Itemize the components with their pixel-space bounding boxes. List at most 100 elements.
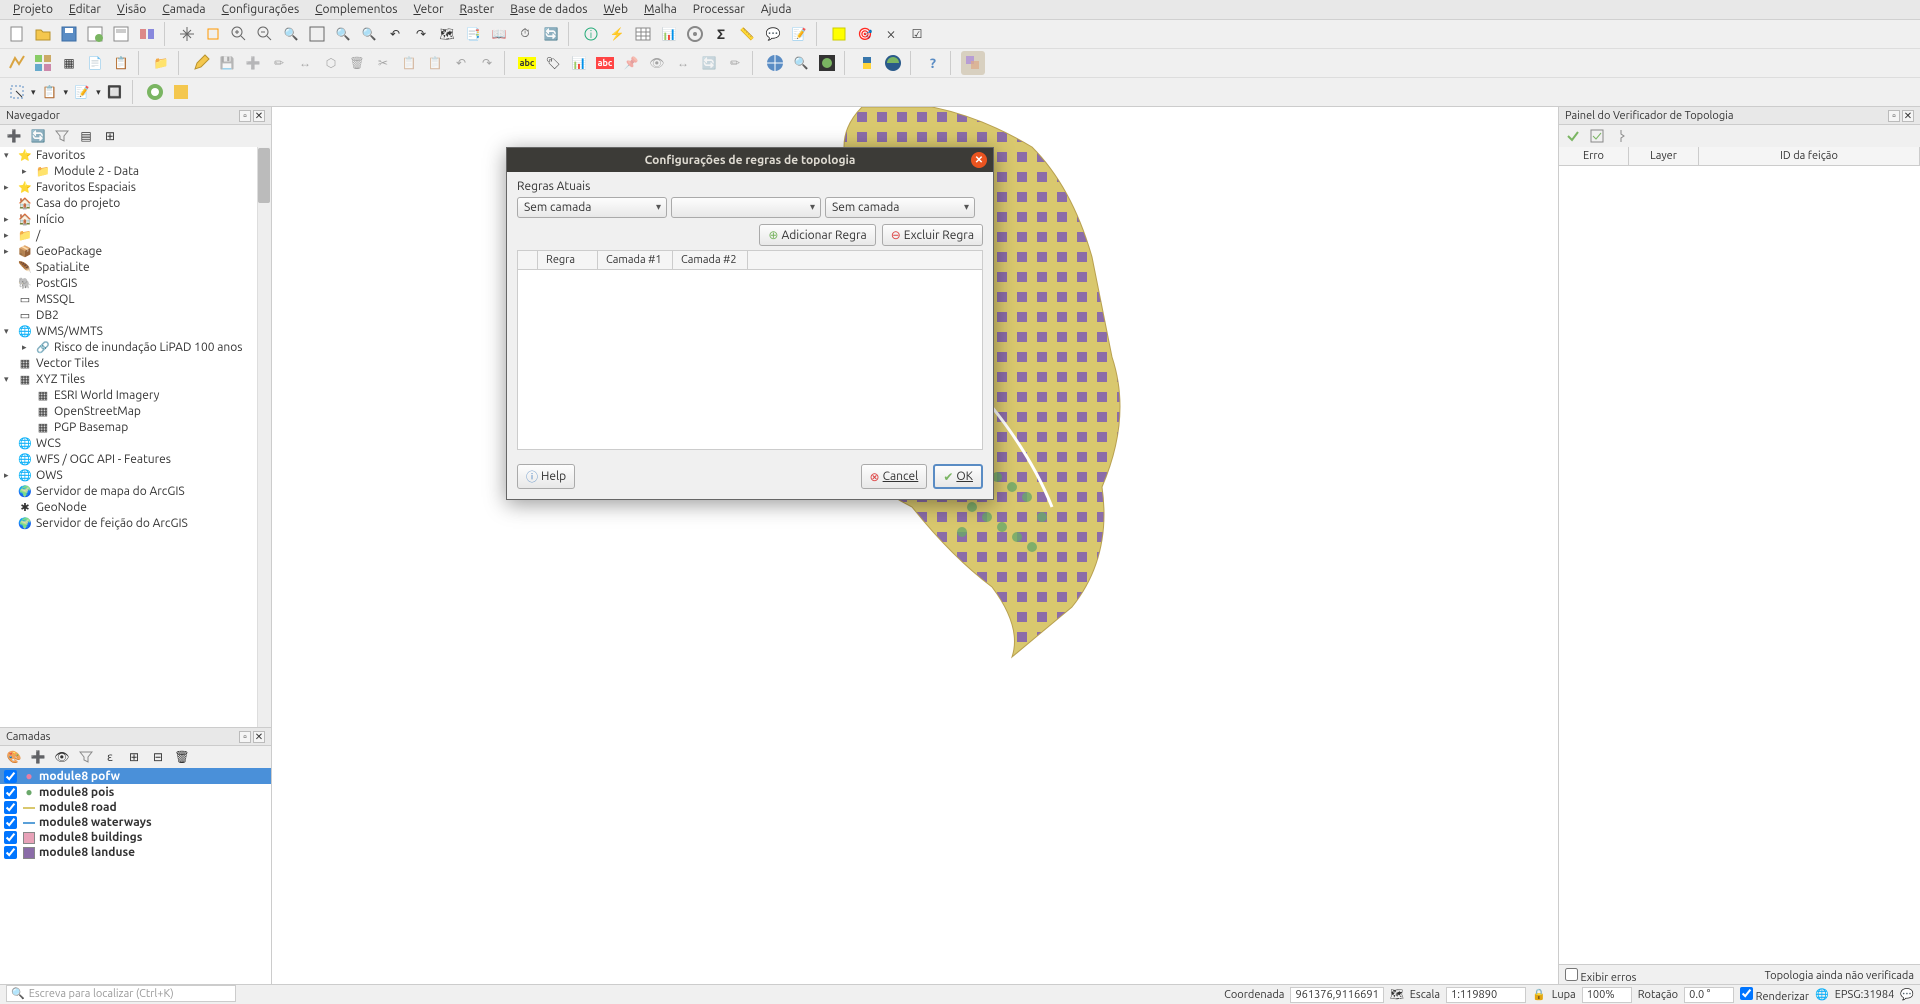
layer-item[interactable]: module8 landuse [0,845,271,860]
add-group-icon[interactable]: ➕ [28,747,48,767]
vector-layer-icon[interactable] [5,51,29,75]
menu-base de dados[interactable]: Base de dados [502,1,595,18]
open-project-icon[interactable] [31,22,55,46]
layer-visibility-checkbox[interactable] [4,831,17,844]
menu-malha[interactable]: Malha [636,1,685,18]
col-camada2[interactable]: Camada #2 [673,251,748,269]
remove-layer-icon[interactable]: 🗑 [172,747,192,767]
open-table-icon[interactable] [631,22,655,46]
browser-item[interactable]: ▾▦XYZ Tiles [0,371,271,387]
field-calc-icon[interactable]: 📊 [657,22,681,46]
zoom-last-icon[interactable]: ↶ [383,22,407,46]
expression-filter-icon[interactable]: ε [100,747,120,767]
dialog-close-icon[interactable]: ✕ [971,152,987,168]
action-icon[interactable]: ⚡ [605,22,629,46]
manage-visibility-icon[interactable]: 👁 [52,747,72,767]
web-search-icon[interactable]: 🔍 [789,51,813,75]
validate-extent-icon[interactable] [1587,126,1607,146]
copy-icon[interactable]: 📋 [397,51,421,75]
pan-icon[interactable] [175,22,199,46]
browser-item[interactable]: 🌐WFS / OGC API - Features [0,451,271,467]
pan-to-selection-icon[interactable] [201,22,225,46]
rule-combo[interactable] [671,197,821,218]
zoom-out-icon[interactable] [253,22,277,46]
browser-item[interactable]: 🐘PostGIS [0,275,271,291]
col-regra[interactable]: Regra [538,251,598,269]
refresh-browser-icon[interactable]: 🔄 [28,126,48,146]
panel-undock-icon[interactable]: ▫ [1888,110,1900,122]
browser-item[interactable]: ▸📁/ [0,227,271,243]
dialog-titlebar[interactable]: Configurações de regras de topologia ✕ [507,148,993,172]
panel-undock-icon[interactable]: ▫ [239,731,251,743]
layer-item[interactable]: ● module8 pois [0,784,271,800]
deselect-icon[interactable]: ❌ [879,22,903,46]
render-checkbox[interactable]: Renderizar [1740,987,1809,1003]
save-project-icon[interactable] [57,22,81,46]
digitize-icon[interactable]: ✏ [267,51,291,75]
layer-visibility-checkbox[interactable] [4,816,17,829]
browser-item[interactable]: ▸🌐OWS [0,467,271,483]
panel-close-icon[interactable]: ✕ [1902,110,1914,122]
cut-icon[interactable]: ✂ [371,51,395,75]
locator-input[interactable]: 🔍 Escreva para localizar (Ctrl+K) [6,985,236,1002]
browser-item[interactable]: ▾🌐WMS/WMTS [0,323,271,339]
col-erro[interactable]: Erro [1559,147,1629,165]
menu-editar[interactable]: Editar [61,1,109,18]
browser-item[interactable]: ▭DB2 [0,307,271,323]
maptips-icon[interactable]: 💬 [761,22,785,46]
col-layer[interactable]: Layer [1629,147,1699,165]
collapse-all-icon[interactable]: ▤ [76,126,96,146]
menu-web[interactable]: Web [595,1,636,18]
diagram-icon[interactable]: 📊 [567,51,591,75]
new-project-icon[interactable] [5,22,29,46]
col-camada1[interactable]: Camada #1 [598,251,673,269]
zoom-next-icon[interactable]: ↷ [409,22,433,46]
menu-vetor[interactable]: Vetor [405,1,451,18]
browser-item[interactable]: ▾⭐Favoritos [0,147,271,163]
help-icon[interactable]: ? [921,51,945,75]
scale-value[interactable]: 1:119890 [1446,987,1526,1003]
properties-widget-icon[interactable]: ⊞ [100,126,120,146]
layer-item[interactable]: module8 buildings [0,830,271,845]
zoom-full-icon[interactable] [305,22,329,46]
another-icon[interactable]: 🔲 [103,80,127,104]
show-label-icon[interactable]: 👁 [645,51,669,75]
messages-icon[interactable]: 💬 [1900,988,1914,1001]
select-features-icon[interactable] [827,22,851,46]
undo-icon[interactable]: ↶ [449,51,473,75]
layer2-combo[interactable]: Sem camada [825,197,975,218]
change-label-icon[interactable]: ✏ [723,51,747,75]
delimited-text-icon[interactable]: 📄 [83,51,107,75]
browser-item[interactable]: 🏠Casa do projeto [0,195,271,211]
add-layer-icon[interactable]: ➕ [4,126,24,146]
form-view-icon[interactable]: 📝 [70,80,94,104]
epsg-value[interactable]: EPSG:31984 [1835,989,1895,1001]
lock-scale-icon[interactable]: 🔒 [1532,988,1546,1001]
pin-label-icon[interactable]: 📌 [619,51,643,75]
layer-visibility-checkbox[interactable] [4,786,17,799]
mesh-layer-icon[interactable]: ▦ [57,51,81,75]
browser-item[interactable]: ▸🔗Risco de inundação LiPAD 100 anos [0,339,271,355]
panel-close-icon[interactable]: ✕ [253,731,265,743]
move-label-icon[interactable]: ↔ [671,51,695,75]
zoom-in-icon[interactable] [227,22,251,46]
python-icon[interactable] [855,51,879,75]
configure-icon[interactable] [1611,126,1631,146]
save-edits-icon[interactable]: 💾 [215,51,239,75]
new-map-view-icon[interactable]: 🗺 [435,22,459,46]
web-globe-icon[interactable] [763,51,787,75]
layer1-combo[interactable]: Sem camada [517,197,667,218]
crs-icon[interactable]: 🌐 [1815,988,1829,1001]
browser-item[interactable]: ▸📦GeoPackage [0,243,271,259]
select-rect-icon[interactable] [5,80,29,104]
annotation-icon[interactable]: 📝 [787,22,811,46]
expand-all-icon[interactable]: ⊞ [124,747,144,767]
measure-icon[interactable]: 📏 [735,22,759,46]
raster-layer-icon[interactable] [31,51,55,75]
filter-legend-icon[interactable] [76,747,96,767]
browser-item[interactable]: 🌍Servidor de feição do ArcGIS [0,515,271,531]
menu-configurações[interactable]: Configurações [214,1,308,18]
collapse-all-icon[interactable]: ⊟ [148,747,168,767]
add-rule-button[interactable]: ⊕Adicionar Regra [759,224,875,246]
virtual-layer-icon[interactable]: 📋 [109,51,133,75]
